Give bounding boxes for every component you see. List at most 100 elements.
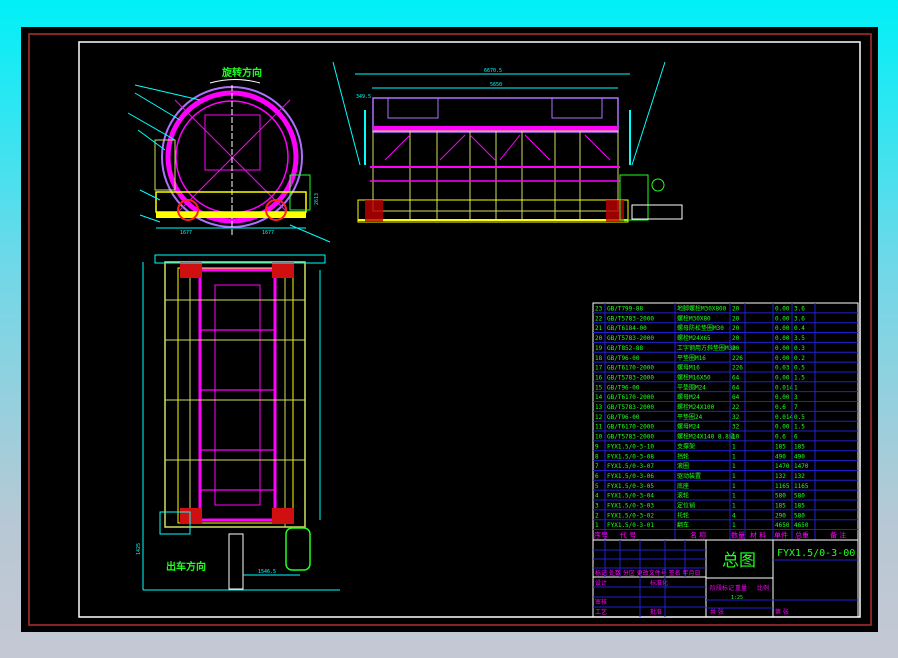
parts-cell: 0.4 [794,325,805,332]
parts-cell: 1 [732,483,736,490]
parts-cell: 1470 [794,463,809,470]
parts-header-cell: 材 料 [750,531,766,540]
parts-cell: 平垫圈M16 [677,354,706,362]
parts-cell: GB/T96-00 [607,355,640,362]
parts-cell: 6 [794,434,798,441]
parts-cell: GB/T6170-2000 [607,365,654,372]
parts-cell: 20 [732,345,740,352]
parts-cell: 13 [595,404,603,411]
parts-cell: 20 [732,315,740,322]
parts-cell: FYX1.5/0-3-08 [607,453,654,460]
parts-cell: 20 [732,335,740,342]
parts-cell: FYX1.5/0-3-04 [607,493,654,500]
parts-cell: 10 [732,434,740,441]
dim-text: 6670.5 [484,68,502,74]
parts-cell: 185 [794,443,805,450]
parts-cell: 0.00 [775,315,790,322]
parts-cell: 185 [794,503,805,510]
parts-cell: GB/T5783-2000 [607,315,654,322]
parts-cell: 1.5 [794,374,805,381]
drawing-canvas[interactable]: 旋转方向 1677 1677 2613 6670.5 5650 349.5 15… [21,27,878,632]
parts-cell: 螺母M16 [677,364,700,372]
parts-header-cell: 单件 [774,531,788,540]
parts-cell: 1 [732,522,736,529]
parts-cell: 15 [595,384,603,391]
parts-cell: 9 [595,443,599,450]
parts-cell: 螺栓M16X50 [677,373,711,381]
parts-header-cell: 名 称 [690,531,706,540]
parts-cell: 64 [732,374,740,381]
parts-cell: 3.6 [794,315,805,322]
parts-cell: 22 [595,315,603,322]
parts-cell: 1 [794,384,798,391]
parts-cell: 16 [595,374,603,381]
parts-cell: GB/T5783-2000 [607,404,654,411]
scale-label: 比例 [757,584,769,592]
parts-cell: 64 [732,394,740,401]
parts-cell: 20 [732,306,740,313]
dim-text: 1425 [136,543,142,555]
travel-direction-label: 出车方向 [166,560,206,573]
parts-cell: 底座 [677,482,689,490]
parts-cell: 5 [595,483,599,490]
parts-header-cell: 数量 [731,531,745,540]
parts-cell: 0.6 [775,404,786,411]
cad-drawing-viewport[interactable]: 旋转方向 1677 1677 2613 6670.5 5650 349.5 15… [21,27,878,632]
parts-cell: GB/T5783-2000 [607,434,654,441]
front-view: 旋转方向 1677 1677 2613 [127,66,331,243]
parts-cell: 0.00 [775,394,790,401]
parts-cell: GB/T6170-2000 [607,394,654,401]
parts-cell: 1 [732,463,736,470]
parts-cell: FYX1.5/0-3-05 [607,483,654,490]
parts-cell: 32 [732,414,740,421]
parts-cell: 螺栓M30X80 [677,314,711,322]
dim-text: 5650 [490,82,502,88]
parts-cell: 1 [732,473,736,480]
parts-cell: 螺栓M24X65 [677,334,711,342]
parts-cell: 20 [595,335,603,342]
parts-cell: 22 [732,404,740,411]
stage-mark-label: 阶段标记 [710,584,734,592]
drawing-number: FYX1.5/0-3-00 [777,548,855,559]
parts-cell: GB/T96-00 [607,414,640,421]
process-label: 工艺 [595,608,607,616]
parts-cell: 1 [732,503,736,510]
parts-cell: 工字钢用方斜垫圈M30 [677,344,736,352]
parts-cell: 0.00 [775,335,790,342]
parts-cell: 290 [775,512,786,519]
parts-cell: 1 [732,493,736,500]
parts-cell: 挡轮 [677,452,689,460]
parts-cell: 0.00 [775,345,790,352]
revision-header: 标记 处数 分区 更改文件号 签名 年月日 [595,569,701,577]
side-view: 6670.5 5650 349.5 [332,61,683,223]
drawing-title: 总图 [722,551,756,571]
parts-cell: 1 [595,522,599,529]
dim-text: 1546.5 [258,569,276,575]
parts-cell: 0.00 [775,325,790,332]
parts-cell: 18 [595,355,603,362]
dim-text: 349.5 [356,94,371,100]
parts-cell: FYX1.5/0-3-06 [607,473,654,480]
parts-cell: 226 [732,355,743,362]
parts-cell: 滚轮 [677,492,689,500]
parts-cell: 3.6 [794,306,805,313]
sheets-total-label: 共 张 [710,608,724,616]
parts-cell: 3.5 [794,335,805,342]
parts-cell: 0.014 [775,414,793,421]
parts-cell: 14 [595,394,603,401]
parts-cell: 64 [732,384,740,391]
parts-cell: 支撑架 [677,442,695,450]
dim-text: 1677 [262,230,274,236]
parts-cell: GB/T5783-2000 [607,374,654,381]
parts-cell: 4650 [775,522,790,529]
parts-cell: 1.5 [794,424,805,431]
sheet-number-label: 第 张 [775,608,789,616]
parts-cell: FYX1.5/0-3-07 [607,463,654,470]
parts-cell: 32 [732,424,740,431]
rotation-direction-label: 旋转方向 [221,66,262,79]
parts-cell: 2 [595,512,599,519]
parts-cell: 1165 [775,483,790,490]
parts-cell: 132 [794,473,805,480]
parts-cell: 185 [775,443,786,450]
parts-cell: 580 [794,512,805,519]
